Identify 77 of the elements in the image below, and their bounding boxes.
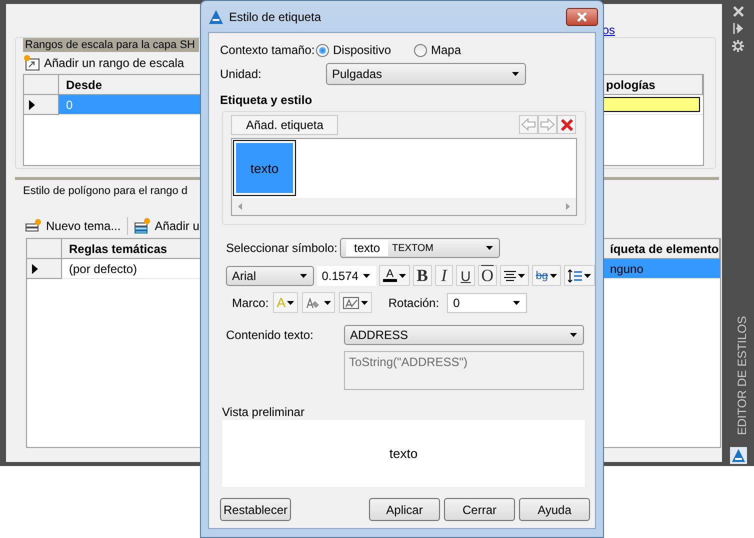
close-icon <box>576 12 588 22</box>
dialog-button[interactable]: Ayuda <box>519 498 590 521</box>
field-label: Marco: <box>232 296 269 310</box>
font-color-button[interactable]: A <box>378 265 410 286</box>
caret-icon <box>361 300 368 304</box>
caret-icon <box>324 300 332 304</box>
radio-indicator[interactable] <box>414 44 427 56</box>
font-dropdown[interactable]: Arial <box>226 266 314 286</box>
caret-icon <box>398 274 406 278</box>
delete-icon <box>560 118 574 132</box>
new-theme-button[interactable]: Nuevo tema... <box>46 219 121 233</box>
pin-icon[interactable] <box>733 23 743 34</box>
caret-icon <box>486 246 493 250</box>
add-range-button[interactable]: Añadir un rango de escala <box>44 56 184 70</box>
text-style-button[interactable]: O <box>478 265 497 286</box>
preview-text: texto <box>389 446 418 461</box>
row-header[interactable] <box>27 259 62 279</box>
text-style-button[interactable]: U <box>456 265 476 286</box>
line-spacing-button[interactable] <box>564 265 596 286</box>
settings-icon[interactable] <box>732 40 744 52</box>
align-icon <box>504 270 516 280</box>
frame-fill-button[interactable] <box>302 292 336 313</box>
align-button[interactable] <box>500 265 529 286</box>
size-dropdown[interactable]: 0.1574 <box>316 266 376 286</box>
label-tile[interactable]: texto <box>233 140 296 196</box>
dialog-button[interactable]: Aplicar <box>369 498 440 521</box>
caret-icon <box>287 300 294 304</box>
dialog-button[interactable]: Restablecer <box>220 498 291 521</box>
section-title: Etiqueta y estilo <box>220 93 314 108</box>
border-icon <box>343 296 360 308</box>
add-rule-button[interactable]: Añadir u <box>154 219 200 233</box>
caret-icon <box>518 274 525 278</box>
add-range-icon[interactable] <box>23 54 41 72</box>
radio-button[interactable]: Mapa <box>414 43 494 57</box>
row-pointer-icon <box>32 264 38 274</box>
caret-icon <box>584 274 592 278</box>
close-icon[interactable] <box>732 6 744 17</box>
field-label: Rotación: <box>388 296 440 310</box>
text-style-button[interactable]: I <box>434 265 454 286</box>
window-title: Estilo de etiqueta <box>229 10 322 24</box>
section-title: Vista preliminar <box>221 405 306 419</box>
field-label: Contexto tamaño: <box>220 43 316 57</box>
caret-icon <box>550 274 558 278</box>
left-arrow-icon <box>521 118 536 131</box>
add-rule-icon[interactable] <box>134 218 151 234</box>
radio-button[interactable]: Dispositivo <box>316 43 414 57</box>
unit-dropdown[interactable]: Pulgadas <box>326 63 526 85</box>
app-logo-icon[interactable] <box>730 447 746 464</box>
palette-title: EDITOR DE ESTILOS <box>735 316 749 435</box>
expression-field[interactable]: ToString("ADDRESS") <box>344 351 584 390</box>
row-header[interactable] <box>24 95 59 115</box>
field-label: Contenido texto: <box>226 328 314 342</box>
line-spacing-icon <box>568 268 582 282</box>
app-logo-icon <box>209 10 223 24</box>
group-title: Estilo de polígono para el rango d <box>23 185 188 199</box>
dialog-button[interactable]: Cerrar <box>444 498 515 521</box>
new-theme-icon[interactable] <box>25 219 42 233</box>
group-title: Rangos de escala para la capa SH <box>23 38 199 52</box>
field-label: Seleccionar símbolo: <box>226 241 334 255</box>
row-pointer-icon <box>29 100 35 110</box>
table-cell[interactable]: nguno <box>601 259 720 279</box>
right-arrow-icon <box>540 118 555 131</box>
delete-button[interactable] <box>557 115 576 134</box>
close-button[interactable] <box>566 8 598 26</box>
background-button[interactable]: bg <box>532 265 562 286</box>
caret-icon <box>570 333 577 337</box>
caret-icon <box>362 274 370 278</box>
caret-icon <box>300 274 307 278</box>
column-header: íqueta de elemento <box>601 239 720 259</box>
frame-border-button[interactable] <box>339 292 372 313</box>
caret-icon <box>513 300 520 304</box>
content-dropdown[interactable]: ADDRESS <box>344 325 584 345</box>
text-style-button[interactable]: B <box>412 265 432 286</box>
radio-indicator[interactable] <box>316 44 329 56</box>
symbol-dropdown[interactable]: texto TEXTOM <box>340 238 500 258</box>
rotation-dropdown[interactable]: 0 <box>447 292 528 312</box>
add-label-button[interactable]: Añad. etiqueta <box>231 114 338 134</box>
